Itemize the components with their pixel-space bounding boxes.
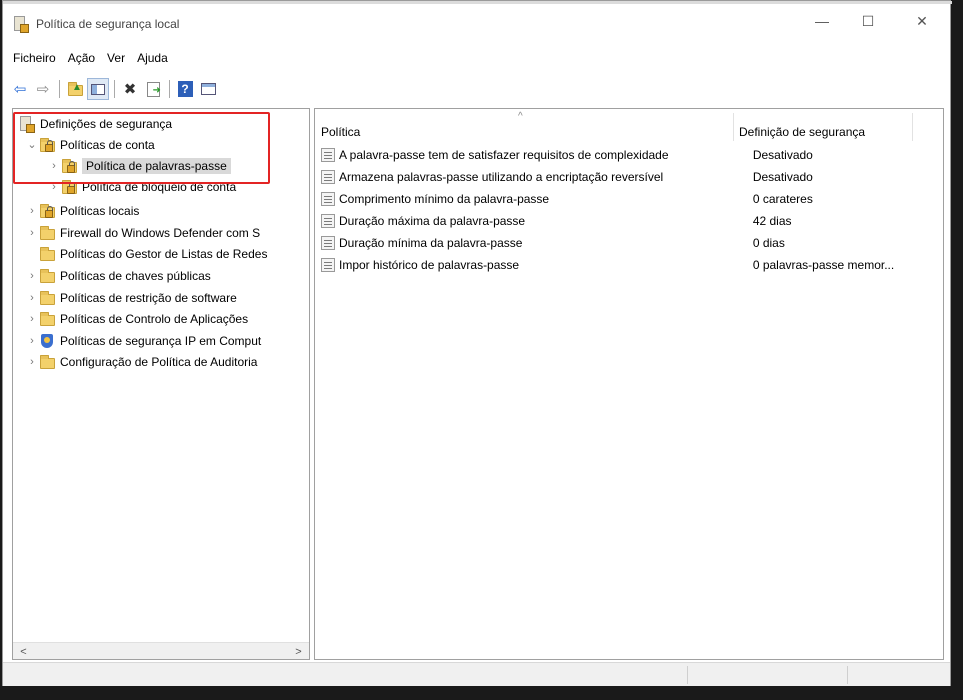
scroll-left-button[interactable]: <	[15, 643, 32, 659]
taskbar-edge	[0, 686, 963, 700]
policy-row[interactable]: Impor histórico de palavras-passe 0 pala…	[321, 254, 931, 276]
tree-item-gestor-de-listas-de-redes[interactable]: Políticas do Gestor de Listas de Redes	[25, 243, 267, 264]
menu-ficheiro[interactable]: Ficheiro	[7, 51, 62, 65]
menu-ver[interactable]: Ver	[101, 51, 131, 65]
scroll-right-button[interactable]: >	[290, 643, 307, 659]
ip-security-shield-icon	[39, 333, 55, 349]
status-bar	[3, 662, 950, 686]
toolbar-separator	[114, 80, 115, 98]
highlight-annotation-box	[13, 112, 270, 184]
policy-setting: Desativado	[752, 170, 813, 184]
policy-item-icon	[321, 258, 335, 272]
tree-item-label: Políticas do Gestor de Listas de Redes	[60, 246, 268, 261]
tree-item-politica-de-auditoria[interactable]: › Configuração de Política de Auditoria	[25, 351, 257, 372]
tree-item-label: Políticas locais	[60, 203, 140, 218]
chevron-right-icon[interactable]: ›	[25, 205, 39, 217]
policy-item-icon	[321, 236, 335, 250]
chevron-right-icon[interactable]: ›	[25, 292, 39, 304]
policy-row[interactable]: Comprimento mínimo da palavra-passe 0 ca…	[321, 188, 931, 210]
policy-item-icon	[321, 192, 335, 206]
tree-item-politicas-locais[interactable]: › Políticas locais	[25, 200, 139, 221]
app-window: Política de segurança local — ☐ ✕ Fichei…	[2, 0, 952, 686]
forward-arrow-icon[interactable]: ⇨	[32, 78, 54, 100]
menu-ajuda[interactable]: Ajuda	[131, 51, 174, 65]
properties-icon[interactable]	[197, 78, 219, 100]
menu-acao[interactable]: Ação	[62, 51, 101, 65]
policy-name: Impor histórico de palavras-passe	[339, 258, 520, 272]
chevron-right-icon[interactable]: ›	[25, 313, 39, 325]
up-folder-icon[interactable]: ▲	[64, 78, 86, 100]
status-cell	[687, 666, 847, 684]
details-pane: ^ Política Definição de segurança A pala…	[314, 108, 944, 660]
tree-item-firewall[interactable]: › Firewall do Windows Defender com S	[25, 222, 260, 243]
folder-icon	[39, 354, 55, 370]
policy-name: Armazena palavras-passe utilizando a enc…	[339, 170, 664, 184]
policy-name: Comprimento mínimo da palavra-passe	[339, 192, 550, 206]
help-icon[interactable]: ?	[174, 78, 196, 100]
tree-item-chaves-publicas[interactable]: › Políticas de chaves públicas	[25, 265, 211, 286]
policy-setting: Desativado	[752, 148, 813, 162]
export-list-icon[interactable]: ➜	[142, 78, 164, 100]
security-policy-app-icon	[13, 16, 29, 33]
policy-row[interactable]: A palavra-passe tem de satisfazer requis…	[321, 144, 931, 166]
show-hide-tree-icon[interactable]	[87, 78, 109, 100]
toolbar-separator	[59, 80, 60, 98]
policy-setting: 0 carateres	[752, 192, 813, 206]
back-arrow-icon[interactable]: ⇦	[9, 78, 31, 100]
delete-icon[interactable]: ✖	[119, 78, 141, 100]
tree-item-label: Políticas de Controlo de Aplicações	[60, 311, 249, 326]
folder-icon	[39, 246, 55, 262]
toolbar: ⇦ ⇨ ▲ ✖ ➜ ?	[3, 75, 950, 103]
horizontal-scrollbar[interactable]: < >	[13, 642, 309, 659]
policy-row[interactable]: Duração mínima da palavra-passe 0 dias	[321, 232, 931, 254]
folder-icon	[39, 225, 55, 241]
chevron-right-icon[interactable]: ›	[25, 227, 39, 239]
tree-item-label: Configuração de Política de Auditoria	[60, 354, 258, 369]
toolbar-separator	[169, 80, 170, 98]
policy-name: Duração mínima da palavra-passe	[339, 236, 523, 250]
tree-item-restricao-de-software[interactable]: › Políticas de restrição de software	[25, 287, 237, 308]
folder-icon	[39, 268, 55, 284]
folder-icon	[39, 311, 55, 327]
chevron-right-icon[interactable]: ›	[25, 335, 39, 347]
locked-folder-icon	[39, 203, 55, 219]
chevron-right-icon[interactable]: ›	[25, 270, 39, 282]
minimize-button[interactable]: —	[799, 1, 845, 41]
policy-name: A palavra-passe tem de satisfazer requis…	[339, 148, 669, 162]
column-divider[interactable]	[733, 113, 734, 141]
column-header-definicao[interactable]: Definição de segurança	[739, 109, 919, 143]
tree-item-seguranca-ip[interactable]: › Políticas de segurança IP em Comput	[25, 330, 261, 351]
policy-setting: 0 dias	[752, 236, 785, 250]
close-button[interactable]: ✕	[899, 1, 945, 41]
tree-item-label: Políticas de segurança IP em Comput	[60, 333, 262, 348]
policy-item-icon	[321, 170, 335, 184]
tree-item-controlo-de-aplicacoes[interactable]: › Políticas de Controlo de Aplicações	[25, 308, 248, 329]
policy-setting: 0 palavras-passe memor...	[752, 258, 895, 272]
policy-setting: 42 dias	[752, 214, 792, 228]
column-header-politica[interactable]: Política	[321, 109, 739, 143]
tree-pane[interactable]: Definições de segurança ⌄ Políticas de c…	[12, 108, 310, 660]
policy-item-icon	[321, 214, 335, 228]
folder-icon	[39, 290, 55, 306]
policy-item-icon	[321, 148, 335, 162]
menu-bar: Ficheiro Ação Ver Ajuda	[3, 47, 174, 69]
tree-item-label: Firewall do Windows Defender com S	[60, 225, 261, 240]
tree-item-label: Políticas de restrição de software	[60, 290, 237, 305]
chevron-right-icon[interactable]: ›	[25, 356, 39, 368]
policy-name: Duração máxima da palavra-passe	[339, 214, 526, 228]
tree-item-label: Políticas de chaves públicas	[60, 268, 211, 283]
window-title: Política de segurança local	[36, 17, 180, 31]
column-divider[interactable]	[912, 113, 913, 141]
status-cell	[847, 666, 951, 684]
maximize-button[interactable]: ☐	[845, 1, 891, 41]
policy-row[interactable]: Armazena palavras-passe utilizando a enc…	[321, 166, 931, 188]
policy-row[interactable]: Duração máxima da palavra-passe 42 dias	[321, 210, 931, 232]
